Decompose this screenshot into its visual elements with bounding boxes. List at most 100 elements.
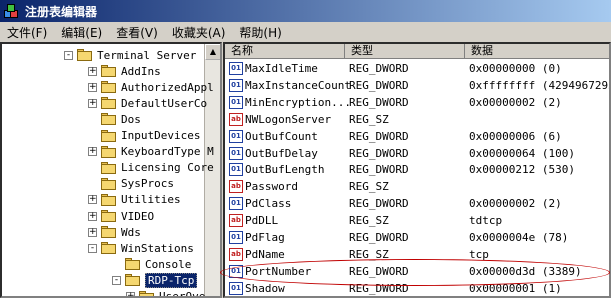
tree-item-label[interactable]: VIDEO xyxy=(121,210,154,223)
value-name: OutBufLength xyxy=(245,163,325,177)
reg-binary-icon: 01 xyxy=(229,163,243,177)
tree-item-label[interactable]: InputDevices xyxy=(121,129,200,142)
value-name: Shadow xyxy=(245,281,285,295)
menu-favorites[interactable]: 收藏夹(A) xyxy=(165,24,233,41)
tree-item-label[interactable]: AddIns xyxy=(121,65,161,78)
registry-value-row[interactable]: ab PdName REG_SZ tcp xyxy=(225,246,609,263)
tree-item-label[interactable]: RDP-Tcp xyxy=(145,272,198,288)
folder-icon xyxy=(101,193,117,206)
reg-binary-icon: 01 xyxy=(229,231,243,244)
tree-item-label[interactable]: KeyboardType M xyxy=(121,145,214,158)
expand-icon[interactable]: + xyxy=(88,227,97,237)
value-type: REG_DWORD xyxy=(349,281,409,295)
value-name-cell: ab NWLogonServer xyxy=(225,112,345,126)
registry-value-row[interactable]: 01 OutBufCount REG_DWORD 0x00000006 (6) xyxy=(225,128,609,145)
value-name-cell: 01 Shadow xyxy=(225,281,345,295)
value-type: REG_DWORD xyxy=(349,78,409,92)
value-type: REG_DWORD xyxy=(349,129,409,143)
expand-icon[interactable]: + xyxy=(88,211,97,221)
tree-item[interactable]: + UserOve xyxy=(126,288,205,296)
registry-value-row[interactable]: ab Password REG_SZ xyxy=(225,178,609,195)
folder-icon xyxy=(101,129,117,142)
reg-string-icon: ab xyxy=(229,112,243,126)
tree-item-label[interactable]: SysProcs xyxy=(121,177,174,190)
column-header-type[interactable]: 类型 xyxy=(345,44,465,59)
menu-view[interactable]: 查看(V) xyxy=(109,24,165,41)
reg-string-icon: ab xyxy=(229,180,243,194)
menu-help[interactable]: 帮助(H) xyxy=(232,24,288,41)
value-type: REG_DWORD xyxy=(349,163,409,177)
tree-item-label[interactable]: WinStations xyxy=(121,242,194,255)
value-type: REG_SZ xyxy=(349,247,389,261)
value-name: PdClass xyxy=(245,197,292,211)
reg-binary-icon: 01 xyxy=(229,129,243,143)
tree-item-label[interactable]: Wds xyxy=(121,226,141,239)
value-type: REG_DWORD xyxy=(349,62,409,75)
expand-icon[interactable]: + xyxy=(88,82,97,92)
registry-value-row[interactable]: 01 OutBufDelay REG_DWORD 0x00000064 (100) xyxy=(225,145,609,162)
value-name-cell: 01 MaxIdleTime xyxy=(225,62,345,75)
value-type: REG_DWORD xyxy=(349,197,409,211)
expand-icon[interactable]: + xyxy=(88,98,97,108)
registry-value-row[interactable]: ab NWLogonServer REG_SZ xyxy=(225,111,609,128)
reg-binary-icon: 01 xyxy=(229,95,243,109)
registry-value-row[interactable]: 01 MinEncryption... REG_DWORD 0x00000002 (2… xyxy=(225,94,609,111)
menu-file[interactable]: 文件(F) xyxy=(0,24,54,41)
folder-icon xyxy=(101,97,117,110)
value-data: tdtcp xyxy=(469,214,503,228)
tree-item-label[interactable]: Terminal Server xyxy=(97,49,196,62)
value-name: Password xyxy=(245,180,298,194)
expand-icon[interactable]: + xyxy=(88,195,97,205)
collapse-icon[interactable]: - xyxy=(112,275,121,285)
tree-item-label[interactable]: Utilities xyxy=(121,193,181,206)
value-name-cell: 01 OutBufDelay xyxy=(225,146,345,160)
registry-value-row[interactable]: 01 OutBufLength REG_DWORD 0x00000212 (530) xyxy=(225,161,609,178)
value-name: OutBufCount xyxy=(245,129,318,143)
tree-item-label[interactable]: DefaultUserCo xyxy=(121,97,207,110)
column-header-data[interactable]: 数据 xyxy=(465,44,609,59)
value-data: tcp xyxy=(469,247,489,261)
value-type: REG_DWORD xyxy=(349,231,409,244)
title-bar: 注册表编辑器 xyxy=(0,0,611,22)
value-name: PdFlag xyxy=(245,231,285,244)
registry-value-row[interactable]: 01 PortNumber REG_DWORD 0x00000d3d (3389) xyxy=(225,263,609,280)
value-data: 0x00000064 (100) xyxy=(469,146,575,160)
registry-values-pane[interactable]: 名称 类型 数据 01 MaxIdleTime REG_DWORD 0x0000000… xyxy=(223,42,611,298)
folder-icon xyxy=(101,161,117,174)
folder-icon xyxy=(101,177,117,190)
value-name-cell: 01 PdClass xyxy=(225,197,345,211)
tree-item-label[interactable]: AuthorizedAppl xyxy=(121,81,214,94)
folder-icon xyxy=(125,274,141,287)
tree-item-label[interactable]: Dos xyxy=(121,113,141,126)
column-header-name[interactable]: 名称 xyxy=(225,44,345,59)
value-name: OutBufDelay xyxy=(245,146,318,160)
registry-value-row[interactable]: ab PdDLL REG_SZ tdtcp xyxy=(225,212,609,229)
registry-value-row[interactable]: 01 PdFlag REG_DWORD 0x0000004e (78) xyxy=(225,229,609,246)
expand-icon[interactable]: + xyxy=(126,292,135,296)
registry-value-row[interactable]: 01 Shadow REG_DWORD 0x00000001 (1) xyxy=(225,280,609,296)
expand-icon[interactable]: + xyxy=(88,147,97,157)
regedit-app-icon xyxy=(4,3,19,19)
folder-icon xyxy=(101,65,117,78)
folder-icon xyxy=(101,81,117,94)
collapse-icon[interactable]: - xyxy=(64,50,73,60)
folder-icon xyxy=(139,290,155,296)
value-name: NWLogonServer xyxy=(245,112,332,126)
scroll-up-icon[interactable]: ▲ xyxy=(205,44,220,60)
tree-item-label[interactable]: UserOve xyxy=(159,290,205,296)
tree-item-label[interactable]: Console xyxy=(145,258,191,271)
value-name-cell: 01 MinEncryption... xyxy=(225,95,351,109)
registry-value-row[interactable]: 01 PdClass REG_DWORD 0x00000002 (2) xyxy=(225,195,609,212)
value-name-cell: 01 OutBufCount xyxy=(225,129,345,143)
menu-edit[interactable]: 编辑(E) xyxy=(54,24,109,41)
list-header: 名称 类型 数据 xyxy=(225,44,609,59)
tree-item-label[interactable]: Licensing Core xyxy=(121,161,214,174)
expand-icon[interactable]: + xyxy=(88,66,97,76)
registry-value-row[interactable]: 01 MaxIdleTime REG_DWORD 0x00000000 (0) xyxy=(225,60,609,77)
value-data: 0x00000002 (2) xyxy=(469,95,562,109)
registry-tree-pane[interactable]: ▲ - Terminal Server + AddIns + AuthorizedAppl… xyxy=(0,42,222,298)
value-data: 0x00000d3d (3389) xyxy=(469,264,582,278)
collapse-icon[interactable]: - xyxy=(88,243,97,253)
value-type: REG_DWORD xyxy=(349,95,409,109)
registry-value-row[interactable]: 01 MaxInstanceCount REG_DWORD 0xffffffff (4… xyxy=(225,77,609,94)
